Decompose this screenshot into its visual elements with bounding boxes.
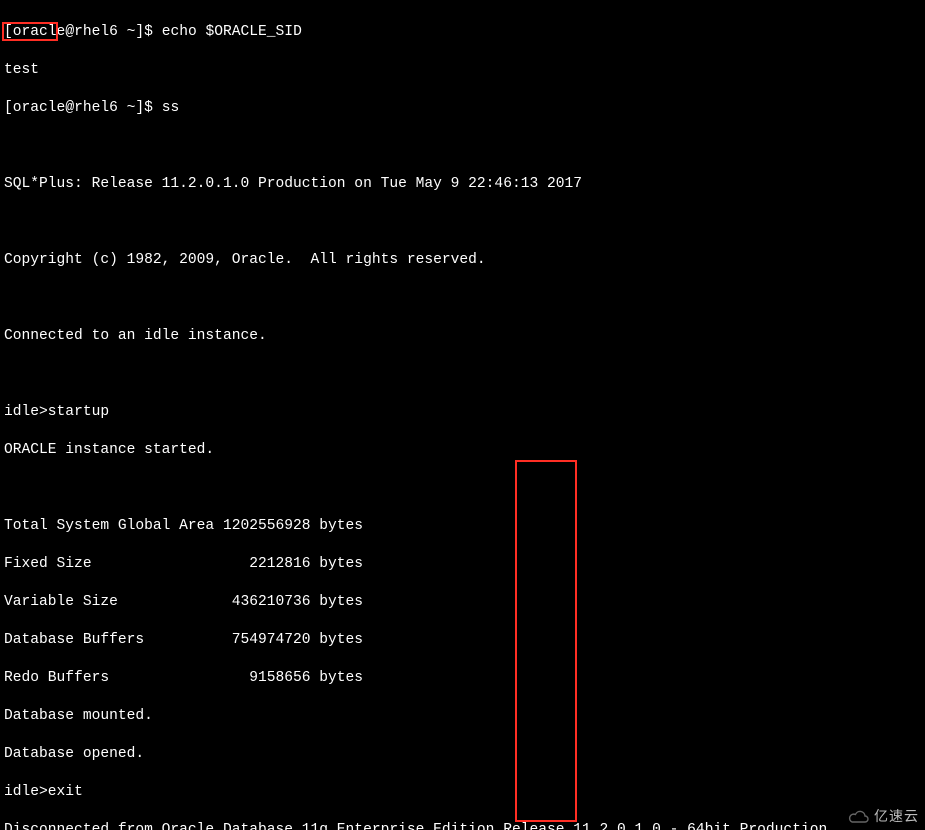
variable-size-line: Variable Size 436210736 bytes [4, 593, 921, 612]
sga-line: Total System Global Area 1202556928 byte… [4, 517, 921, 536]
watermark: 亿速云 [848, 807, 919, 826]
blank-line [4, 137, 921, 156]
terminal-output[interactable]: [oracle@rhel6 ~]$ echo $ORACLE_SID test … [0, 0, 925, 830]
redo-buffers-line: Redo Buffers 9158656 bytes [4, 669, 921, 688]
fixed-size-line: Fixed Size 2212816 bytes [4, 555, 921, 574]
instance-started-line: ORACLE instance started. [4, 441, 921, 460]
idle-exit-line: idle>exit [4, 783, 921, 802]
prompt-line-ss: [oracle@rhel6 ~]$ ss [4, 99, 921, 118]
prompt-line-echo: [oracle@rhel6 ~]$ echo $ORACLE_SID [4, 23, 921, 42]
watermark-text: 亿速云 [874, 807, 919, 826]
copyright-line: Copyright (c) 1982, 2009, Oracle. All ri… [4, 251, 921, 270]
blank-line [4, 365, 921, 384]
disconnected-line-1: Disconnected from Oracle Database 11g En… [4, 821, 921, 830]
db-mounted-line: Database mounted. [4, 707, 921, 726]
sid-output: test [4, 61, 921, 80]
connected-line: Connected to an idle instance. [4, 327, 921, 346]
shell-prompt: [oracle@rhel6 ~]$ [4, 100, 162, 116]
db-buffers-line: Database Buffers 754974720 bytes [4, 631, 921, 650]
command-ss: ss [162, 100, 180, 116]
command-echo: echo $ORACLE_SID [162, 24, 302, 40]
blank-line [4, 479, 921, 498]
blank-line [4, 289, 921, 308]
sqlplus-banner: SQL*Plus: Release 11.2.0.1.0 Production … [4, 175, 921, 194]
db-opened-line: Database opened. [4, 745, 921, 764]
idle-startup-line: idle>startup [4, 403, 921, 422]
blank-line [4, 213, 921, 232]
shell-prompt: [oracle@rhel6 ~]$ [4, 24, 162, 40]
cloud-icon [848, 809, 870, 825]
